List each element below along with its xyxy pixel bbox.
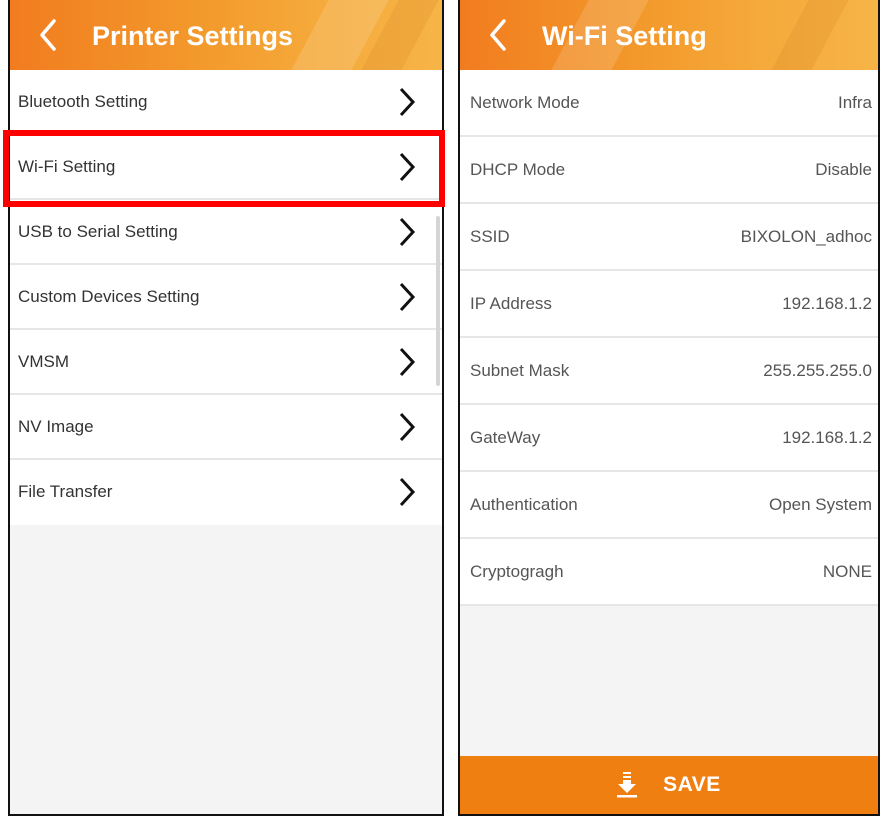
chevron-right-icon <box>399 347 416 377</box>
setting-row-authentication[interactable]: Authentication Open System <box>460 472 878 539</box>
menu-item-nv-image[interactable]: NV Image <box>10 395 442 460</box>
setting-label: Cryptogragh <box>470 562 564 581</box>
page-title: Wi-Fi Setting <box>542 21 707 51</box>
menu-item-wifi-setting[interactable]: Wi-Fi Setting <box>10 135 442 200</box>
menu-item-custom-devices-setting[interactable]: Custom Devices Setting <box>10 265 442 330</box>
menu-item-label: USB to Serial Setting <box>18 222 178 241</box>
setting-row-cryptograph[interactable]: Cryptogragh NONE <box>460 539 878 606</box>
menu-item-label: Bluetooth Setting <box>18 92 148 111</box>
menu-item-file-transfer[interactable]: File Transfer <box>10 460 442 525</box>
setting-label: Subnet Mask <box>470 361 570 380</box>
chevron-right-icon <box>399 152 416 182</box>
chevron-right-icon <box>399 477 416 507</box>
app-header: Wi-Fi Setting <box>460 0 878 70</box>
setting-value: Disable <box>815 160 872 179</box>
setting-value: 255.255.255.0 <box>763 361 872 380</box>
menu-item-vmsm[interactable]: VMSM <box>10 330 442 395</box>
save-button[interactable]: SAVE <box>460 756 878 814</box>
menu-item-usb-to-serial-setting[interactable]: USB to Serial Setting <box>10 200 442 265</box>
menu-item-label: NV Image <box>18 417 94 436</box>
chevron-left-icon <box>40 19 56 51</box>
setting-value: Infra <box>837 93 872 112</box>
menu-item-label: Custom Devices Setting <box>18 287 200 306</box>
back-button[interactable] <box>476 13 520 57</box>
setting-row-dhcp-mode[interactable]: DHCP Mode Disable <box>460 137 878 204</box>
chevron-left-icon <box>490 19 506 51</box>
menu-item-label: File Transfer <box>18 482 113 501</box>
setting-label: Network Mode <box>470 93 580 112</box>
setting-label: SSID <box>470 227 510 246</box>
scrollbar[interactable] <box>436 216 440 386</box>
setting-value: BIXOLON_adhoc <box>740 227 872 246</box>
setting-value: NONE <box>822 562 872 581</box>
printer-settings-screen: Printer Settings Bluetooth Setting Wi-Fi… <box>8 0 444 816</box>
wifi-setting-screen: Wi-Fi Setting Network Mode Infra DHCP Mo… <box>458 0 880 816</box>
app-header: Printer Settings <box>10 0 442 70</box>
setting-row-ip-address[interactable]: IP Address 192.168.1.2 <box>460 271 878 338</box>
save-button-label: SAVE <box>663 773 721 796</box>
chevron-right-icon <box>399 282 416 312</box>
chevron-right-icon <box>399 217 416 247</box>
setting-value: Open System <box>769 495 872 514</box>
back-button[interactable] <box>26 13 70 57</box>
setting-row-gateway[interactable]: GateWay 192.168.1.2 <box>460 405 878 472</box>
wifi-settings-list: Network Mode Infra DHCP Mode Disable SSI… <box>460 70 878 606</box>
setting-row-network-mode[interactable]: Network Mode Infra <box>460 70 878 137</box>
download-icon <box>617 772 638 798</box>
settings-menu-list: Bluetooth Setting Wi-Fi Setting USB to S… <box>10 70 442 525</box>
menu-item-label: VMSM <box>18 352 69 371</box>
setting-value: 192.168.1.2 <box>782 428 872 447</box>
page-title: Printer Settings <box>92 21 294 51</box>
chevron-right-icon <box>399 412 416 442</box>
menu-item-bluetooth-setting[interactable]: Bluetooth Setting <box>10 70 442 135</box>
chevron-right-icon <box>399 87 416 117</box>
setting-label: IP Address <box>470 294 552 313</box>
setting-label: Authentication <box>470 495 578 514</box>
setting-row-subnet-mask[interactable]: Subnet Mask 255.255.255.0 <box>460 338 878 405</box>
setting-value: 192.168.1.2 <box>782 294 872 313</box>
menu-item-label: Wi-Fi Setting <box>18 157 116 176</box>
setting-label: GateWay <box>470 428 541 447</box>
setting-label: DHCP Mode <box>470 160 566 179</box>
setting-row-ssid[interactable]: SSID BIXOLON_adhoc <box>460 204 878 271</box>
